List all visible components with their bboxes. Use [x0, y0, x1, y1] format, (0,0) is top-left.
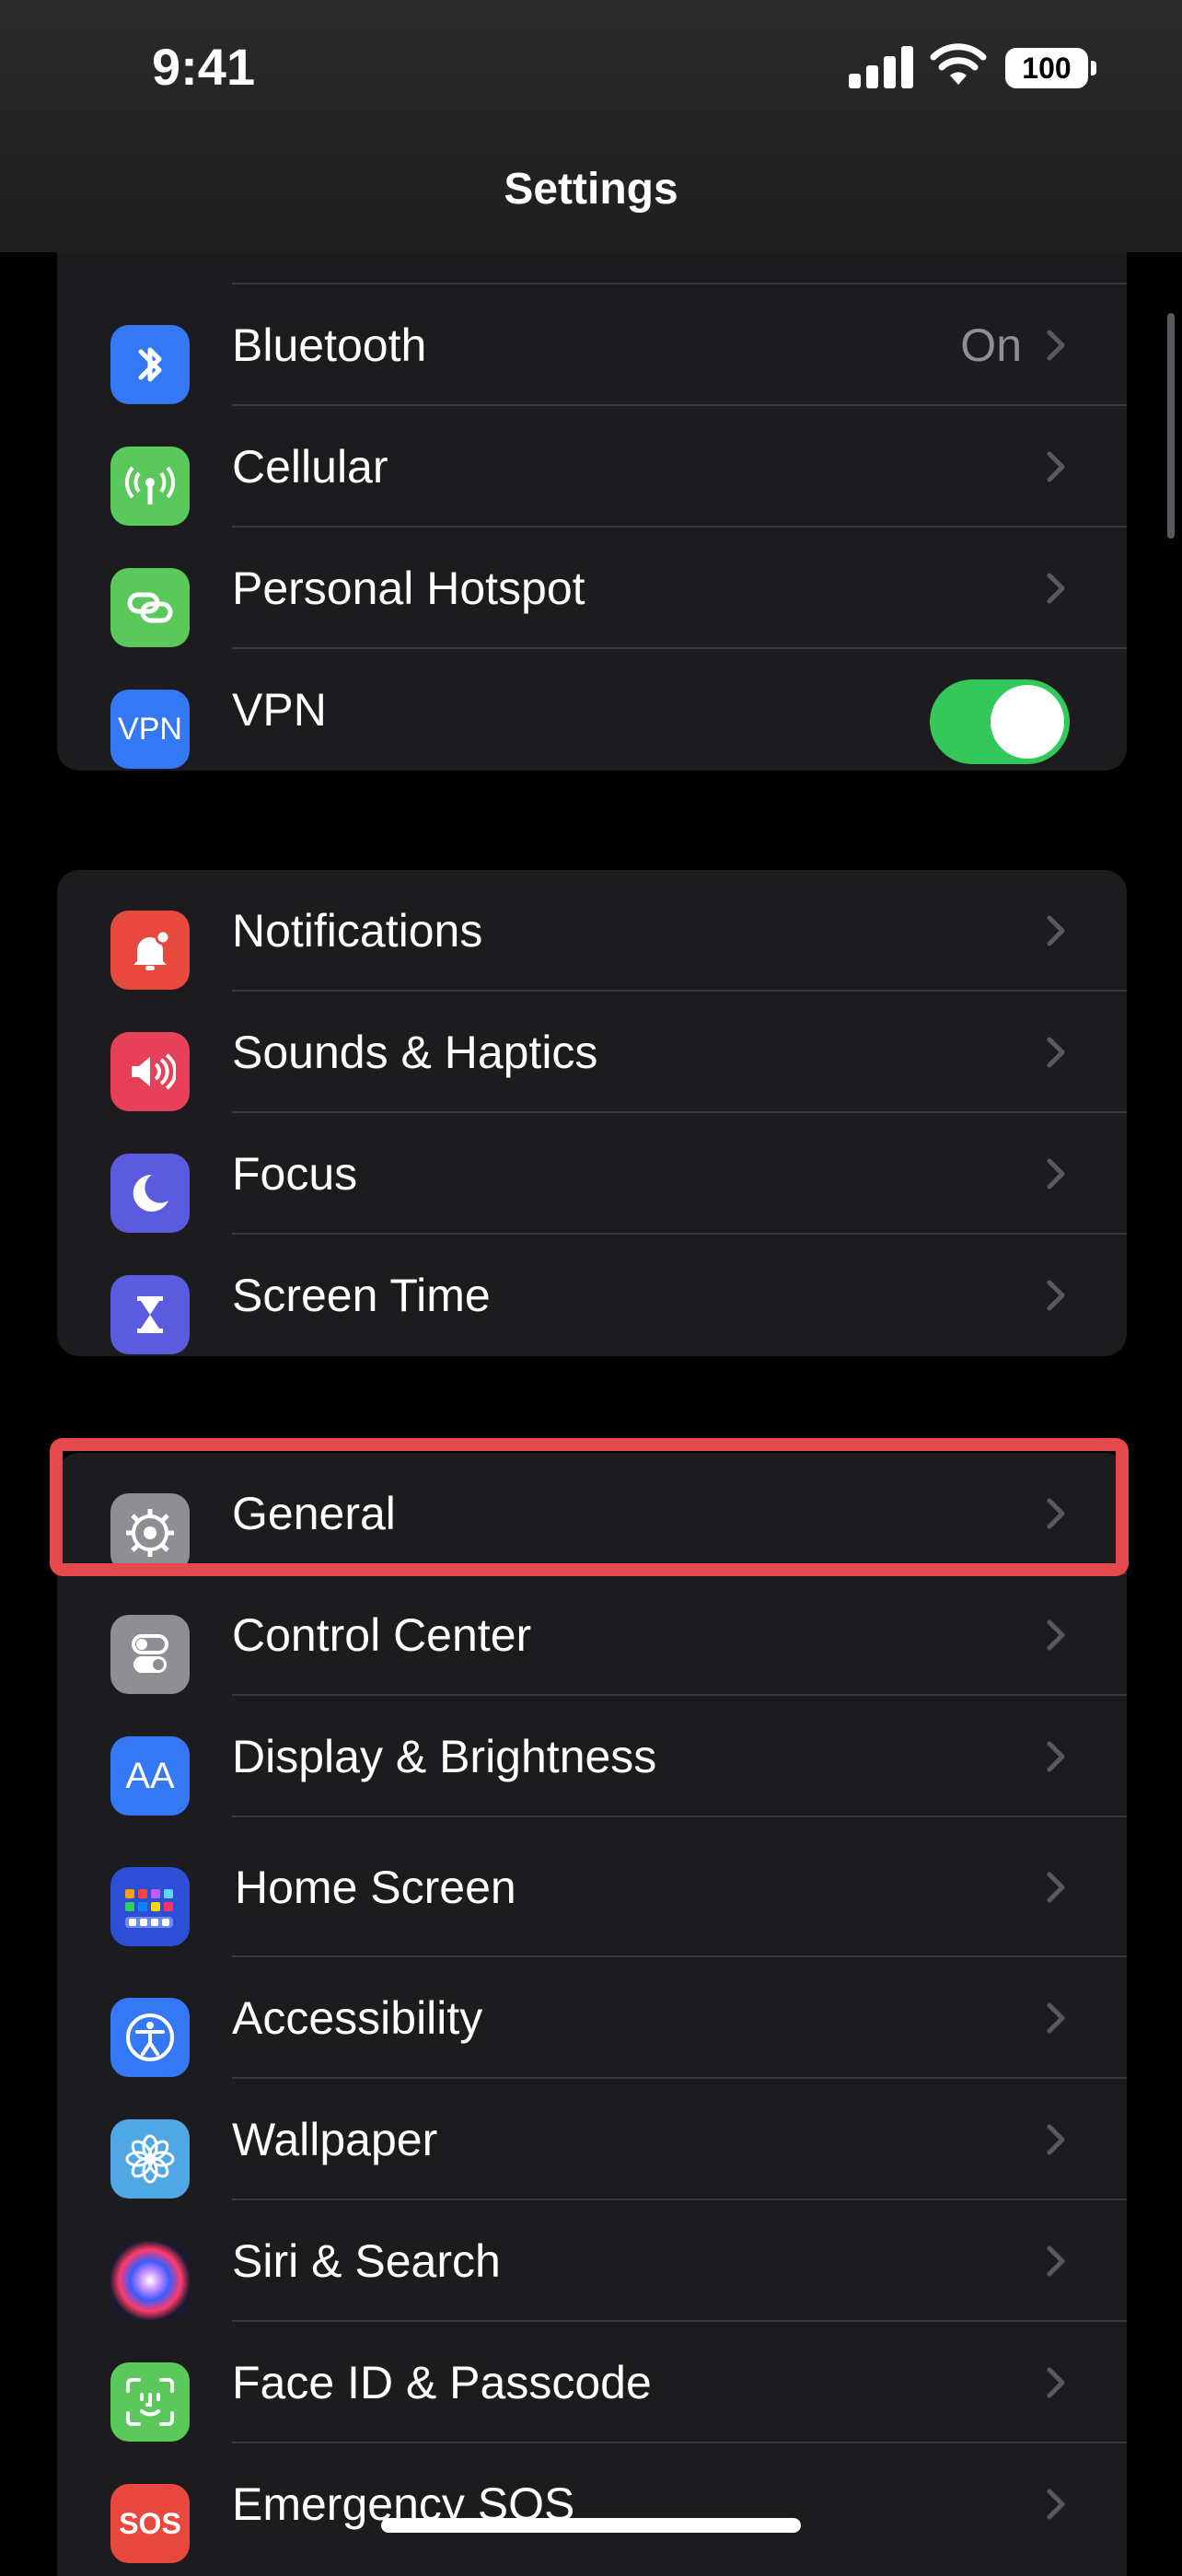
settings-row-accessibility[interactable]: Accessibility: [57, 1957, 1127, 2079]
flower-icon: [110, 2119, 190, 2199]
chevron-right-icon: [1047, 330, 1065, 361]
row-label: Personal Hotspot: [232, 563, 585, 614]
speaker-icon: [110, 1032, 190, 1111]
row-label: Wallpaper: [232, 2114, 438, 2165]
connectivity-group: Bluetooth On Cellular Personal Hotspot V…: [57, 226, 1127, 771]
chevron-right-icon: [1047, 2245, 1065, 2277]
home-indicator[interactable]: [381, 2518, 801, 2533]
settings-row-vpn[interactable]: VPN VPN: [57, 649, 1127, 771]
settings-row-cellular[interactable]: Cellular: [57, 406, 1127, 528]
settings-row-focus[interactable]: Focus: [57, 1113, 1127, 1235]
row-label: Home Screen: [235, 1862, 516, 1913]
hourglass-icon: [110, 1275, 190, 1354]
row-label: Emergency SOS: [232, 2478, 575, 2530]
cellular-signal-icon: [849, 46, 915, 88]
page-title: Settings: [504, 165, 678, 214]
chevron-right-icon: [1047, 1037, 1065, 1068]
chevron-right-icon: [1047, 2002, 1065, 2034]
switches-icon: [110, 1615, 190, 1694]
sos-icon: SOS: [110, 2484, 190, 2563]
settings-row-bluetooth[interactable]: Bluetooth On: [57, 284, 1127, 406]
row-label: Siri & Search: [232, 2235, 501, 2287]
settings-row-home-screen[interactable]: Home Screen: [57, 1817, 1127, 1957]
app-grid-icon: [110, 1867, 190, 1946]
antenna-icon: [110, 447, 190, 526]
settings-row-emergency-sos[interactable]: SOS Emergency SOS: [57, 2443, 1127, 2565]
chevron-right-icon: [1047, 451, 1065, 482]
row-label: Sounds & Haptics: [232, 1027, 598, 1078]
row-label: Face ID & Passcode: [232, 2357, 652, 2408]
chevron-right-icon: [1047, 1872, 1065, 1903]
scrollbar[interactable]: [1167, 313, 1175, 539]
settings-row-siri-search[interactable]: Siri & Search: [57, 2200, 1127, 2322]
chevron-right-icon: [1047, 2489, 1065, 2520]
settings-row-display-brightness[interactable]: AA Display & Brightness: [57, 1696, 1127, 1817]
settings-row-personal-hotspot[interactable]: Personal Hotspot: [57, 528, 1127, 649]
notifications-group: Notifications Sounds & Haptics Focus Scr…: [57, 870, 1127, 1356]
siri-icon: [110, 2241, 190, 2320]
chevron-right-icon: [1047, 1619, 1065, 1651]
settings-row-control-center[interactable]: Control Center: [57, 1574, 1127, 1696]
general-group: General Control Center AA Display & Brig…: [57, 1453, 1127, 2576]
row-value: On: [960, 319, 1022, 371]
vpn-icon: VPN: [110, 690, 190, 769]
chevron-right-icon: [1047, 1158, 1065, 1189]
accessibility-icon: [110, 1998, 190, 2077]
chevron-right-icon: [1047, 573, 1065, 604]
settings-row-notifications[interactable]: Notifications: [57, 870, 1127, 992]
row-label: VPN: [232, 684, 327, 736]
face-id-icon: [110, 2362, 190, 2442]
hotspot-icon: [110, 568, 190, 647]
row-label: Control Center: [232, 1609, 532, 1661]
status-time: 9:41: [152, 38, 256, 96]
bluetooth-icon: [110, 325, 190, 404]
row-label: Notifications: [232, 905, 483, 957]
text-size-icon: AA: [110, 1736, 190, 1816]
wifi-icon: [930, 43, 987, 85]
settings-row-screen-time[interactable]: Screen Time: [57, 1235, 1127, 1356]
chevron-right-icon: [1047, 2367, 1065, 2398]
row-label: Display & Brightness: [232, 1731, 657, 1782]
battery-indicator: 100: [1005, 48, 1096, 88]
chevron-right-icon: [1047, 1280, 1065, 1311]
chevron-right-icon: [1047, 1741, 1065, 1772]
row-label: Cellular: [232, 441, 388, 493]
row-label: Bluetooth: [232, 319, 427, 371]
settings-row-sounds-haptics[interactable]: Sounds & Haptics: [57, 992, 1127, 1113]
settings-row-wallpaper[interactable]: Wallpaper: [57, 2079, 1127, 2200]
settings-row-face-id[interactable]: Face ID & Passcode: [57, 2322, 1127, 2443]
row-label: Screen Time: [232, 1270, 491, 1321]
row-label: Focus: [232, 1148, 358, 1200]
chevron-right-icon: [1047, 2124, 1065, 2155]
bell-icon: [110, 911, 190, 990]
vpn-toggle[interactable]: [930, 679, 1070, 764]
chevron-right-icon: [1047, 915, 1065, 946]
general-highlight-box: [50, 1438, 1129, 1576]
status-and-nav-bar: 9:41 100 Settings: [0, 0, 1182, 252]
row-label: Accessibility: [232, 1992, 483, 2044]
moon-icon: [110, 1154, 190, 1233]
